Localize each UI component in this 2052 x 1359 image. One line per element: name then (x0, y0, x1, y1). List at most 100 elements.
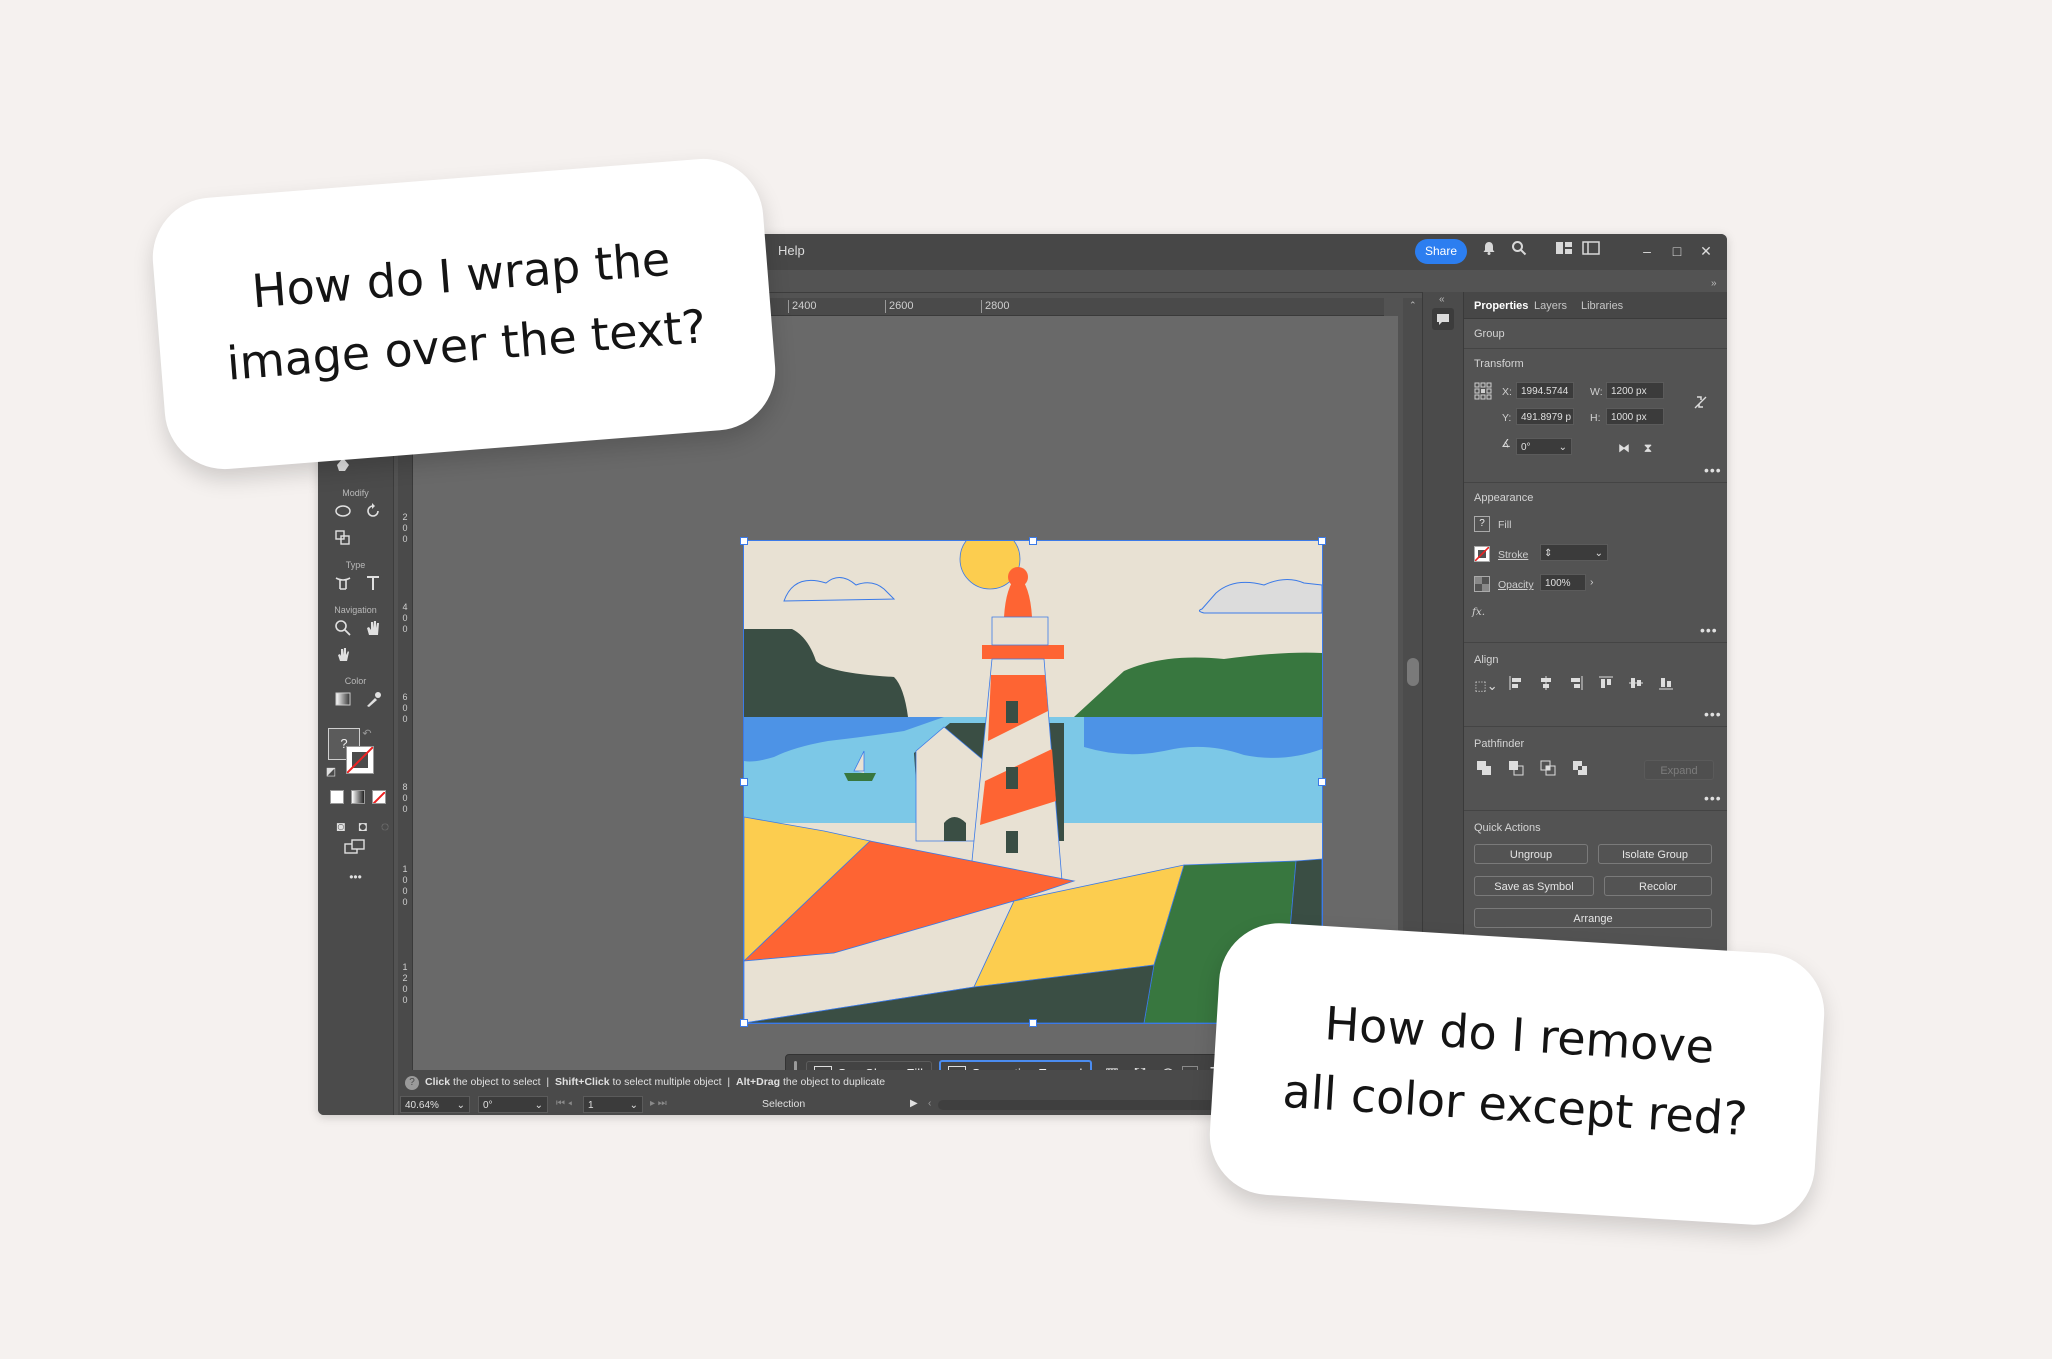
selection-handle[interactable] (1318, 778, 1326, 786)
scroll-up-icon[interactable]: ⌃ (1409, 300, 1417, 311)
swap-colors-icon[interactable]: ↶ (358, 722, 376, 740)
type-tool-icon[interactable] (360, 574, 386, 598)
align-top-icon[interactable] (1596, 676, 1616, 696)
close-icon[interactable]: ✕ (1695, 240, 1717, 262)
rotate-view-tool-icon[interactable] (330, 645, 356, 669)
tab-libraries[interactable]: Libraries (1581, 300, 1623, 312)
search-icon[interactable] (1508, 240, 1530, 262)
save-as-symbol-button[interactable]: Save as Symbol (1474, 876, 1594, 896)
arrange-documents-icon[interactable] (1553, 240, 1575, 262)
chevron-right-icon[interactable]: › (1590, 576, 1594, 588)
selection-handle[interactable] (740, 1019, 748, 1027)
stroke-weight-field[interactable]: ⇕ ⌄ (1540, 544, 1608, 561)
expand-panels-icon[interactable]: » (1711, 278, 1717, 289)
align-left-icon[interactable] (1506, 676, 1526, 696)
tool-group-label-modify: Modify (342, 488, 369, 498)
zoom-tool-icon[interactable] (330, 619, 356, 643)
width-field[interactable]: 1200 px (1606, 382, 1664, 399)
h-label: H: (1590, 412, 1601, 424)
tool-group-label-color: Color (344, 676, 367, 686)
default-colors-icon[interactable]: ◩ (322, 760, 340, 778)
scrollbar-thumb[interactable] (1407, 658, 1419, 686)
opacity-label[interactable]: Opacity (1498, 579, 1534, 591)
eyedropper-tool-icon[interactable] (360, 690, 386, 714)
ruler-tick: 4 0 0 (402, 602, 408, 634)
ungroup-button[interactable]: Ungroup (1474, 844, 1588, 864)
stroke-swatch[interactable] (346, 746, 374, 774)
flip-horizontal-icon[interactable]: ⧓ (1614, 438, 1634, 458)
tab-layers[interactable]: Layers (1534, 300, 1567, 312)
unite-icon[interactable] (1474, 760, 1494, 780)
rotate-angle-value: 0° (1521, 442, 1531, 453)
next-artboard-icon[interactable]: ▸ ⏭ (650, 1098, 667, 1109)
align-to-icon[interactable]: ⬚⌄ (1472, 676, 1500, 696)
divider (1464, 348, 1727, 349)
hint-info-icon: ? (405, 1076, 419, 1090)
panel-tabs: Properties Layers Libraries (1464, 292, 1727, 319)
zoom-level-field[interactable]: 40.64% ⌄ (400, 1096, 470, 1113)
opacity-field[interactable]: 100% (1540, 574, 1586, 591)
collapse-panels-icon[interactable]: « (1439, 294, 1445, 305)
rotation-value: 0° (483, 1100, 493, 1111)
color-mode-icon[interactable] (330, 790, 344, 804)
height-field[interactable]: 1000 px (1606, 408, 1664, 425)
bell-icon[interactable] (1478, 240, 1500, 262)
selection-handle[interactable] (740, 537, 748, 545)
reference-point-icon[interactable] (1474, 382, 1492, 400)
intersect-icon[interactable] (1538, 760, 1558, 780)
more-appearance-icon[interactable]: ••• (1700, 622, 1718, 638)
minimize-icon[interactable]: – (1636, 240, 1658, 262)
fill-color-swatch[interactable]: ? (1474, 516, 1490, 532)
isolate-group-button[interactable]: Isolate Group (1598, 844, 1712, 864)
status-menu-icon[interactable]: ▶ (910, 1098, 918, 1109)
ruler-tick: 6 0 0 (402, 692, 408, 724)
more-transform-icon[interactable]: ••• (1704, 462, 1722, 478)
minus-front-icon[interactable] (1506, 760, 1526, 780)
constrain-proportions-icon[interactable] (1690, 394, 1710, 414)
menu-help[interactable]: Help (778, 243, 805, 258)
workspace-switcher-icon[interactable] (1580, 240, 1602, 262)
scale-tool-icon[interactable] (330, 502, 356, 526)
maximize-icon[interactable]: □ (1666, 240, 1688, 262)
screen-mode-icon[interactable] (342, 838, 368, 862)
none-mode-icon[interactable] (372, 790, 386, 804)
comments-icon[interactable] (1432, 308, 1454, 330)
stroke-color-swatch[interactable] (1474, 546, 1490, 562)
tab-properties[interactable]: Properties (1474, 300, 1528, 312)
selection-handle[interactable] (1029, 1019, 1037, 1027)
y-position-field[interactable]: 491.8979 p (1516, 408, 1574, 425)
artboard-number-field[interactable]: 1 ⌄ (583, 1096, 643, 1113)
draw-inside-icon[interactable]: ◌ (372, 814, 398, 838)
align-bottom-icon[interactable] (1656, 676, 1676, 696)
rotate-tool-icon[interactable] (360, 502, 386, 526)
align-vertical-center-icon[interactable] (1626, 676, 1646, 696)
selection-handle[interactable] (1318, 537, 1326, 545)
rotation-field[interactable]: 0° ⌄ (478, 1096, 548, 1113)
selection-handle[interactable] (740, 778, 748, 786)
share-button[interactable]: Share (1415, 239, 1467, 264)
w-label: W: (1590, 386, 1603, 398)
align-horizontal-center-icon[interactable] (1536, 676, 1556, 696)
gradient-tool-icon[interactable] (330, 690, 356, 714)
type-on-path-tool-icon[interactable] (330, 574, 356, 598)
x-position-field[interactable]: 1994.5744 (1516, 382, 1574, 399)
expand-button[interactable]: Expand (1644, 760, 1714, 780)
shape-builder-tool-icon[interactable] (330, 528, 356, 552)
more-align-icon[interactable]: ••• (1704, 706, 1722, 722)
hand-tool-icon[interactable] (360, 619, 386, 643)
scroll-left-icon[interactable]: ‹ (928, 1098, 931, 1109)
appearance-title: Appearance (1474, 492, 1534, 504)
selection-handle[interactable] (1029, 537, 1037, 545)
flip-vertical-icon[interactable]: ⧗ (1638, 438, 1658, 458)
more-pathfinder-icon[interactable]: ••• (1704, 790, 1722, 806)
exclude-icon[interactable] (1570, 760, 1590, 780)
recolor-button[interactable]: Recolor (1604, 876, 1712, 896)
arrange-button[interactable]: Arrange (1474, 908, 1712, 928)
stroke-label[interactable]: Stroke (1498, 549, 1528, 561)
first-artboard-icon[interactable]: ⏮ ◂ (556, 1098, 572, 1109)
effects-icon[interactable]: fx. (1472, 606, 1485, 618)
gradient-mode-icon[interactable] (351, 790, 365, 804)
rotate-angle-field[interactable]: 0° ⌄ (1516, 438, 1572, 455)
edit-toolbar-icon[interactable]: ••• (318, 870, 393, 884)
align-right-icon[interactable] (1566, 676, 1586, 696)
